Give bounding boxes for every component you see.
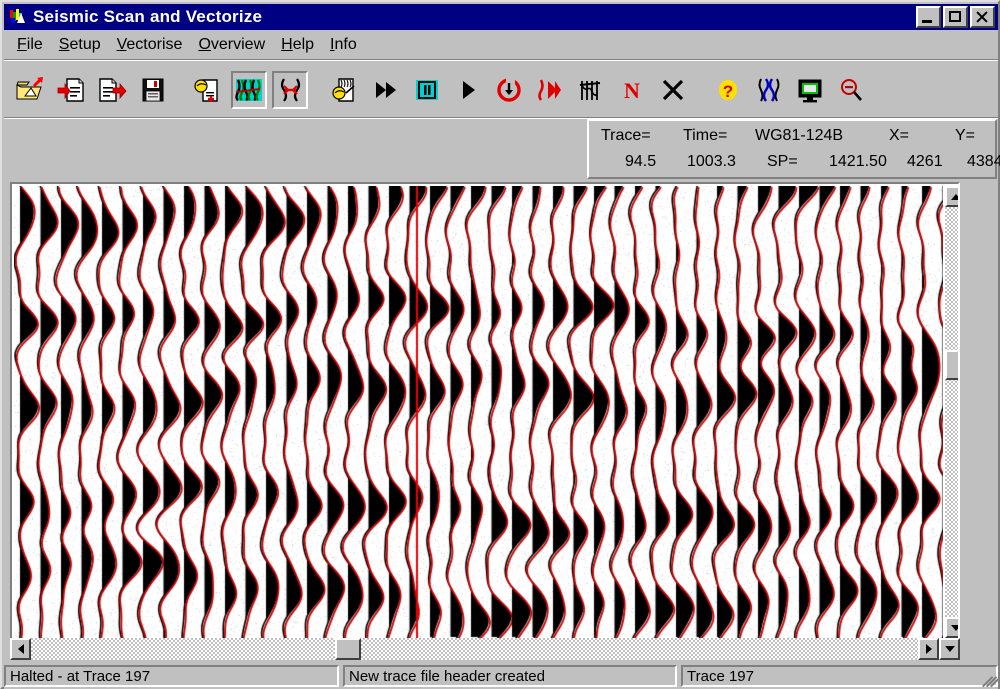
vertical-scrollbar[interactable] [945,186,958,638]
seismic-canvas-wrap[interactable] [14,186,943,638]
menu-item-setup[interactable]: Setup [54,34,112,56]
line-name: WG81-124B [755,127,844,144]
horizontal-scrollbar[interactable] [10,638,960,660]
coordinate-readout-panel: Trace= Time= WG81-124B X= Y= 94.5 1003.3… [587,119,1000,179]
horizontal-scroll-thumb[interactable] [335,638,361,660]
scroll-up-button[interactable] [945,186,958,207]
status-panel-trace: Trace 197 [681,665,998,687]
sp-value: 1421.50 [829,153,887,170]
time-label: Time= [683,127,728,144]
minimize-icon [922,20,932,23]
step-trace-icon[interactable] [532,71,568,109]
horizontal-scroll-track[interactable] [31,638,918,660]
scroll-right-arrow-icon [925,644,932,654]
menu-item-vectorise[interactable]: Vectorise [112,34,194,56]
status-bar: Halted - at Trace 197 New trace file hea… [4,663,1000,689]
annotate-icon[interactable] [327,71,363,109]
zoom-out-icon[interactable] [833,71,869,109]
vertical-scroll-track[interactable] [945,207,958,617]
vectorise-trace-icon[interactable] [272,71,308,109]
scroll-up-arrow-icon [950,193,958,200]
title-bar: Seismic Scan and Vectorize [4,4,998,30]
svg-text:?: ? [723,82,733,101]
export-file-icon[interactable] [94,71,130,109]
seismic-canvas[interactable] [14,186,943,638]
wiggle-trace-icon[interactable] [751,71,787,109]
scroll-down-corner-button[interactable] [939,638,960,660]
minimize-button[interactable] [916,6,941,28]
seismic-app-icon [8,7,28,27]
trace-label: Trace= [601,127,651,144]
readout-row-values: 94.5 1003.3 SP= 1421.50 4261 4384 [589,149,1000,175]
menu-item-help[interactable]: Help [276,34,325,56]
menu-item-overview[interactable]: Overview [193,34,276,56]
maximize-button[interactable] [943,6,968,28]
help-icon[interactable]: ? [710,71,746,109]
status-panel-state: Halted - at Trace 197 [4,665,339,687]
scroll-left-button[interactable] [10,638,31,660]
edit-header-icon[interactable] [190,71,226,109]
scroll-down-arrow-icon [950,624,958,631]
scroll-left-arrow-icon [17,644,24,654]
close-button[interactable] [970,6,995,28]
north-letter-icon[interactable]: N [614,71,650,109]
monitor-display-icon[interactable] [792,71,828,109]
maximize-icon [949,11,961,22]
vertical-scroll-thumb[interactable] [945,350,958,380]
seismic-section-icon[interactable] [231,71,267,109]
resize-grip[interactable] [980,671,1000,688]
time-value: 1003.3 [687,153,736,170]
x-value: 4261 [907,153,943,170]
menu-separator [4,59,998,61]
sp-label: SP= [767,153,798,170]
window-controls [916,6,996,28]
window-title: Seismic Scan and Vectorize [33,7,263,26]
open-image-icon[interactable] [12,71,48,109]
toolbar: N ? [4,62,998,118]
pause-icon[interactable] [409,71,445,109]
y-value: 4384 [967,153,1000,170]
save-icon[interactable] [135,71,171,109]
svg-text:N: N [624,78,640,103]
reset-scan-icon[interactable] [491,71,527,109]
scroll-down-button[interactable] [945,617,958,638]
menu-bar: File Setup Vectorise Overview Help Info [4,32,998,58]
trace-picks-icon[interactable] [573,71,609,109]
menu-item-info[interactable]: Info [325,34,368,56]
play-icon[interactable] [450,71,486,109]
application-window: Seismic Scan and Vectorize File Setup Ve… [0,0,1000,689]
status-panel-message: New trace file header created [343,665,677,687]
import-file-icon[interactable] [53,71,89,109]
delete-icon[interactable] [655,71,691,109]
seismic-section-display[interactable] [10,182,960,657]
scroll-right-button[interactable] [918,638,939,660]
x-label: X= [889,127,910,144]
scroll-down-arrow-icon [944,646,955,652]
readout-row-labels: Trace= Time= WG81-124B X= Y= [589,123,995,149]
menu-item-file[interactable]: File [12,34,54,56]
y-label: Y= [955,127,976,144]
fast-forward-icon[interactable] [368,71,404,109]
trace-value: 94.5 [625,153,657,170]
